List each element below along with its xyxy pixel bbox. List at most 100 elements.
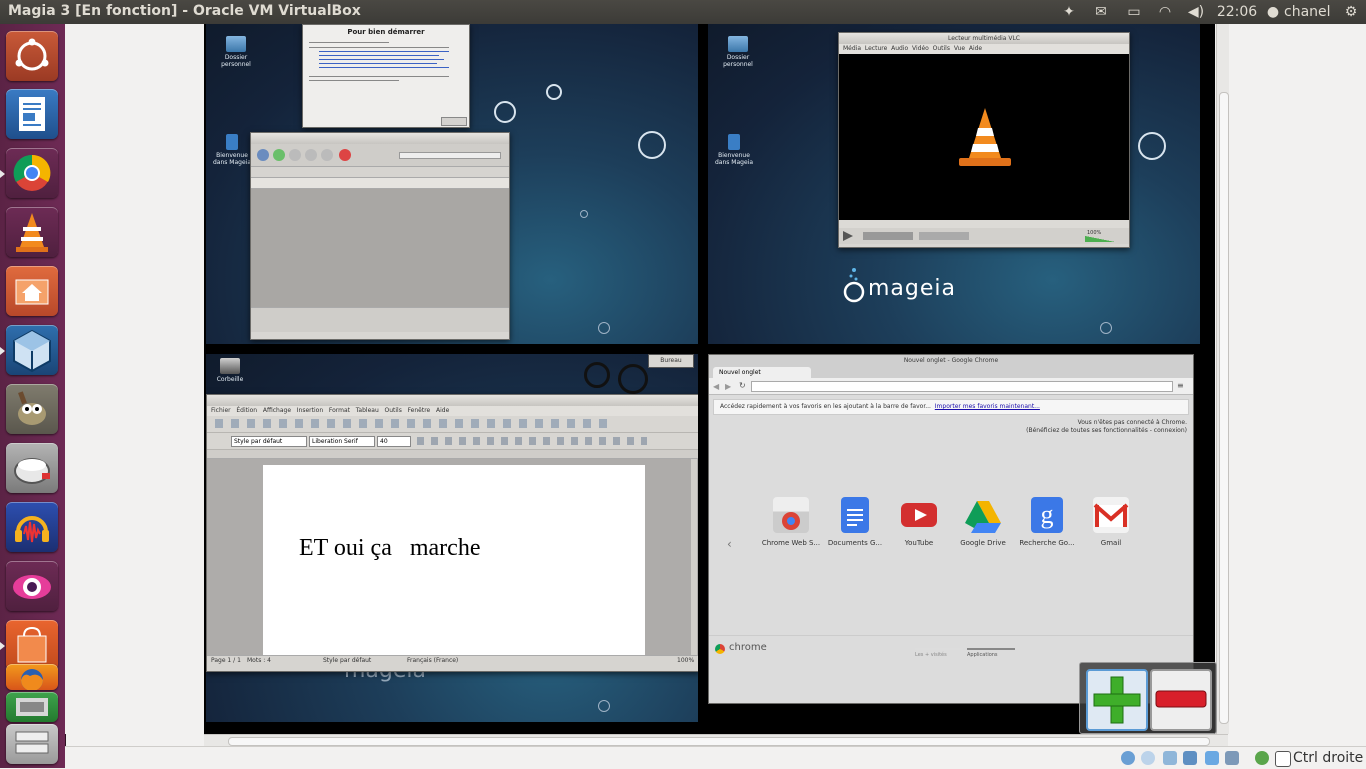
- app-google-drive[interactable]: Google Drive: [953, 497, 1013, 547]
- virtualbox-icon[interactable]: [6, 325, 58, 375]
- vm-screen[interactable]: Dossier personnel Bienvenue dans Mageia …: [204, 24, 1215, 734]
- vlc-window[interactable]: Lecteur multimédia VLC Média Lecture Aud…: [838, 32, 1130, 248]
- vlc-menu-video[interactable]: Vidéo: [912, 45, 929, 52]
- menu-tableau[interactable]: Tableau: [356, 407, 379, 414]
- dropbox-icon[interactable]: ✦: [1058, 3, 1080, 21]
- vlc-volume-slider[interactable]: [1085, 236, 1115, 242]
- chrome-window[interactable]: Nouvel onglet - Google Chrome Nouvel ong…: [708, 354, 1194, 704]
- welcome-dialog[interactable]: Pour bien démarrer: [302, 24, 470, 128]
- software-center-icon[interactable]: [6, 620, 58, 670]
- welcome-close-button[interactable]: [441, 117, 467, 126]
- hard-disk-icon[interactable]: [1121, 751, 1135, 765]
- user-name[interactable]: chanel: [1284, 3, 1334, 21]
- desktop-icon-home[interactable]: Dossier personnel: [216, 36, 256, 68]
- pause-icon[interactable]: [257, 149, 269, 161]
- drives-icon[interactable]: [6, 724, 58, 764]
- writer-document-area[interactable]: ET oui ça marche: [207, 459, 698, 655]
- zoom-out-button[interactable]: [1150, 669, 1212, 731]
- menu-fichier[interactable]: Fichier: [211, 407, 231, 414]
- files-icon[interactable]: [6, 266, 58, 316]
- back-icon[interactable]: ◀: [713, 382, 719, 391]
- menu-affichage[interactable]: Affichage: [263, 407, 291, 414]
- workspace-2[interactable]: Dossier personnel Bienvenue dans Mageia …: [708, 24, 1200, 344]
- bowl-icon[interactable]: [6, 443, 58, 493]
- font-name-select[interactable]: Liberation Serif: [309, 436, 375, 447]
- vm-vscroll-thumb[interactable]: [1219, 92, 1229, 724]
- desktop-icon-home[interactable]: Dossier personnel: [718, 36, 758, 68]
- workspace-1[interactable]: Dossier personnel Bienvenue dans Mageia …: [206, 24, 698, 344]
- chrome-icon[interactable]: [6, 148, 58, 198]
- audacity-icon[interactable]: [6, 502, 58, 552]
- menu-edition[interactable]: Édition: [236, 407, 257, 414]
- bureau-taskbar-button[interactable]: Bureau: [648, 354, 694, 368]
- mail-icon[interactable]: ✉: [1090, 3, 1112, 21]
- vlc-seekbar[interactable]: [839, 220, 1129, 228]
- reload-icon[interactable]: ↻: [739, 381, 746, 390]
- toolbar-icons[interactable]: [215, 419, 615, 428]
- vlc-play-button[interactable]: [843, 231, 853, 241]
- app-gmail[interactable]: Gmail: [1081, 497, 1141, 547]
- vlc-video-area[interactable]: [839, 54, 1129, 220]
- writer-standard-toolbar[interactable]: [207, 416, 698, 433]
- format-icons[interactable]: [417, 437, 647, 445]
- menu-aide[interactable]: Aide: [436, 407, 449, 414]
- gimp-icon[interactable]: [6, 384, 58, 434]
- workspace-3[interactable]: Corbeille Bureau mageia Fichier Édition …: [206, 354, 698, 722]
- vm-hscroll-thumb[interactable]: [228, 737, 1210, 746]
- skip-start-icon[interactable]: [305, 149, 317, 161]
- menu-icon[interactable]: ≡: [1177, 381, 1184, 390]
- clock[interactable]: 22:06: [1216, 3, 1258, 21]
- record-icon[interactable]: [339, 149, 351, 161]
- desktop-icon-welcome[interactable]: Bienvenue dans Mageia: [212, 134, 252, 166]
- vlc-extra-buttons[interactable]: [919, 232, 969, 240]
- omnibox[interactable]: [751, 381, 1173, 392]
- vlc-menu-media[interactable]: Média: [843, 45, 861, 52]
- chrome-tab[interactable]: Nouvel onglet: [713, 367, 811, 378]
- volume-icon[interactable]: ◀): [1184, 3, 1208, 21]
- menu-outils[interactable]: Outils: [384, 407, 401, 414]
- network-icon[interactable]: [1183, 751, 1197, 765]
- battery-icon[interactable]: ▭: [1122, 3, 1146, 21]
- audacity-track-area[interactable]: [251, 189, 509, 307]
- audacity-window[interactable]: [250, 132, 510, 340]
- shared-folders-icon[interactable]: [1205, 751, 1219, 765]
- vlc-menu-audio[interactable]: Audio: [891, 45, 908, 52]
- eye-icon[interactable]: [6, 561, 58, 611]
- vlc-menu-outils[interactable]: Outils: [933, 45, 950, 52]
- prev-page-icon[interactable]: ‹: [727, 537, 732, 551]
- vlc-menu-vue[interactable]: Vue: [954, 45, 965, 52]
- vm-vertical-scrollbar[interactable]: [1216, 24, 1229, 734]
- app-google-docs[interactable]: Documents G...: [825, 497, 885, 547]
- menu-fenetre[interactable]: Fenêtre: [408, 407, 431, 414]
- menu-insertion[interactable]: Insertion: [297, 407, 323, 414]
- display-icon[interactable]: [1225, 751, 1239, 765]
- optical-drive-icon[interactable]: [1141, 751, 1155, 765]
- settings-gear-icon[interactable]: ⚙: [1340, 3, 1362, 21]
- wifi-icon[interactable]: ◠: [1154, 3, 1176, 21]
- writer-window[interactable]: Fichier Édition Affichage Insertion Form…: [206, 394, 698, 672]
- document-text[interactable]: ET oui ça marche: [299, 535, 480, 562]
- menu-format[interactable]: Format: [329, 407, 350, 414]
- font-size-select[interactable]: 40: [377, 436, 411, 447]
- stop-icon[interactable]: [289, 149, 301, 161]
- mouse-integration-icon[interactable]: [1255, 751, 1269, 765]
- skip-end-icon[interactable]: [321, 149, 333, 161]
- signin-line-2[interactable]: (Bénéficiez de toutes ses fonctionnalité…: [709, 427, 1187, 435]
- desktop-icon-trash[interactable]: Corbeille: [210, 358, 250, 383]
- paragraph-style-select[interactable]: Style par défaut: [231, 436, 307, 447]
- forward-icon[interactable]: ▶: [725, 382, 731, 391]
- usb-icon[interactable]: [1163, 751, 1177, 765]
- desktop-icon-welcome[interactable]: Bienvenue dans Mageia: [714, 134, 754, 166]
- vlc-menu-lecture[interactable]: Lecture: [865, 45, 887, 52]
- app-chrome-web-store[interactable]: Chrome Web S...: [761, 497, 821, 547]
- vlc-menu-aide[interactable]: Aide: [969, 45, 982, 52]
- zoom-in-button[interactable]: [1086, 669, 1148, 731]
- most-visited-tab[interactable]: Les + visités: [915, 648, 963, 658]
- import-bookmarks-link[interactable]: Importer mes favoris maintenant...: [935, 403, 1040, 410]
- libreoffice-writer-icon[interactable]: [6, 89, 58, 139]
- play-icon[interactable]: [273, 149, 285, 161]
- firefox-icon[interactable]: [6, 664, 58, 690]
- applications-tab[interactable]: Applications: [967, 648, 1015, 658]
- writer-vscrollbar[interactable]: [691, 459, 697, 655]
- document-page[interactable]: ET oui ça marche: [263, 465, 645, 655]
